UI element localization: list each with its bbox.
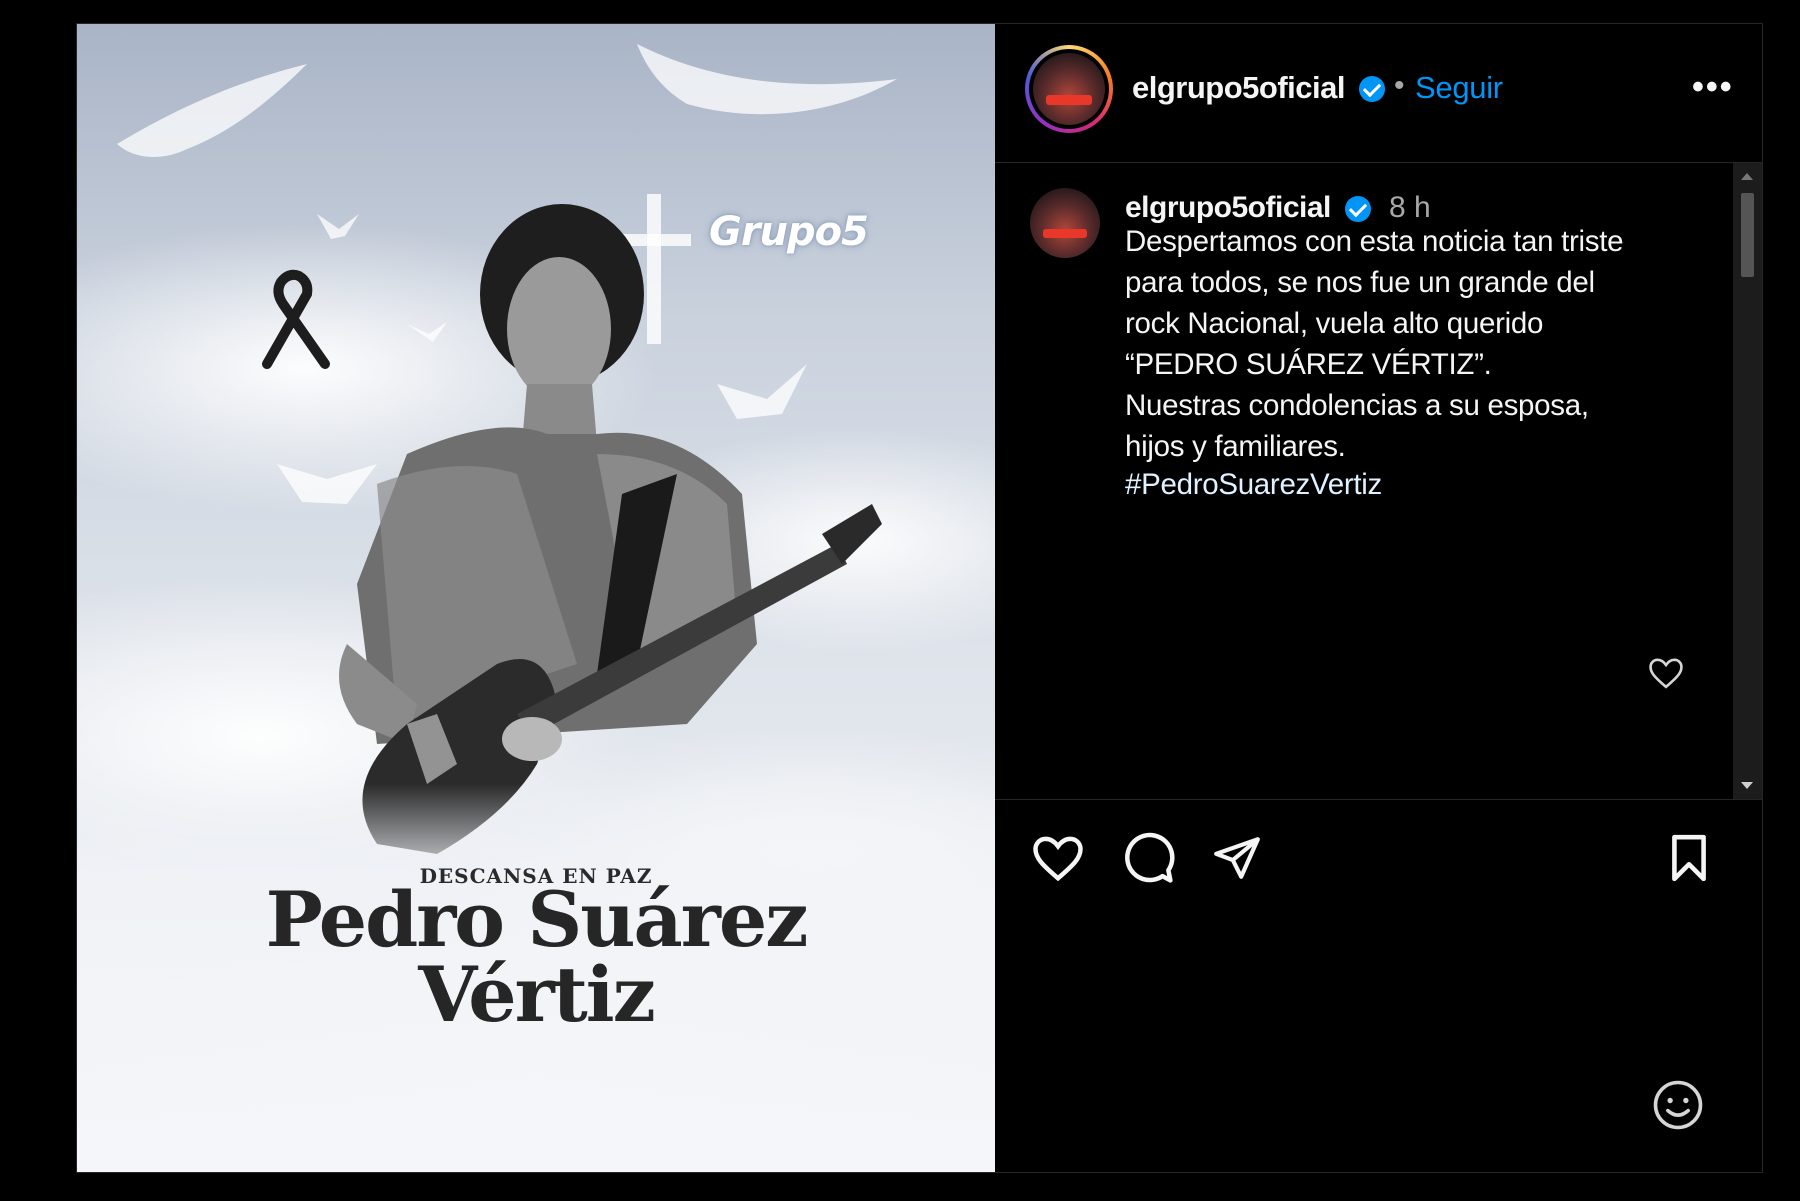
caption-hashtag[interactable]: #PedroSuarezVertiz (1125, 468, 1382, 502)
like-icon[interactable] (1031, 833, 1085, 883)
save-icon[interactable] (1667, 833, 1711, 883)
more-options-icon[interactable]: ••• (1692, 68, 1734, 107)
scroll-up-arrow-icon[interactable] (1741, 173, 1753, 180)
post-header: elgrupo5oficial • Seguir ••• (995, 24, 1762, 163)
grupo5-logo: Grupo5 (709, 209, 869, 255)
caption-verified-badge-icon (1345, 196, 1371, 222)
comments-area[interactable]: elgrupo5oficial 8 h Despertamos con esta… (995, 163, 1762, 799)
verified-badge-icon (1359, 76, 1385, 102)
caption-like-icon[interactable] (1647, 656, 1685, 690)
post-sidebar: elgrupo5oficial • Seguir ••• elgrupo5ofi… (995, 24, 1762, 1172)
post-modal: Grupo5 DESCANSA EN PAZ Pedro Suárez Vért… (76, 23, 1763, 1173)
comment-icon[interactable] (1122, 832, 1176, 886)
header-username[interactable]: elgrupo5oficial (1132, 70, 1345, 106)
scroll-down-arrow-icon[interactable] (1741, 782, 1753, 789)
poster-name-line1: Pedro Suárez (265, 875, 809, 964)
mourning-ribbon-icon (262, 269, 330, 369)
poster-name-line2: Vértiz (418, 950, 656, 1039)
comments-scrollbar[interactable] (1733, 163, 1762, 799)
caption-text: Despertamos con esta noticia tan triste … (1125, 225, 1624, 463)
musician-figure (339, 204, 882, 854)
post-image[interactable]: Grupo5 DESCANSA EN PAZ Pedro Suárez Vért… (77, 24, 995, 1172)
caption-avatar[interactable] (1030, 188, 1100, 258)
action-bar (995, 799, 1762, 920)
scrollbar-thumb[interactable] (1741, 193, 1754, 277)
caption-username[interactable]: elgrupo5oficial (1125, 191, 1331, 225)
share-icon[interactable] (1211, 833, 1263, 883)
emoji-icon[interactable] (1651, 1078, 1705, 1132)
caption-timestamp[interactable]: 8 h (1389, 191, 1431, 225)
follow-button[interactable]: Seguir (1415, 70, 1503, 106)
header-separator: • (1394, 69, 1405, 102)
avatar[interactable] (1025, 45, 1113, 133)
